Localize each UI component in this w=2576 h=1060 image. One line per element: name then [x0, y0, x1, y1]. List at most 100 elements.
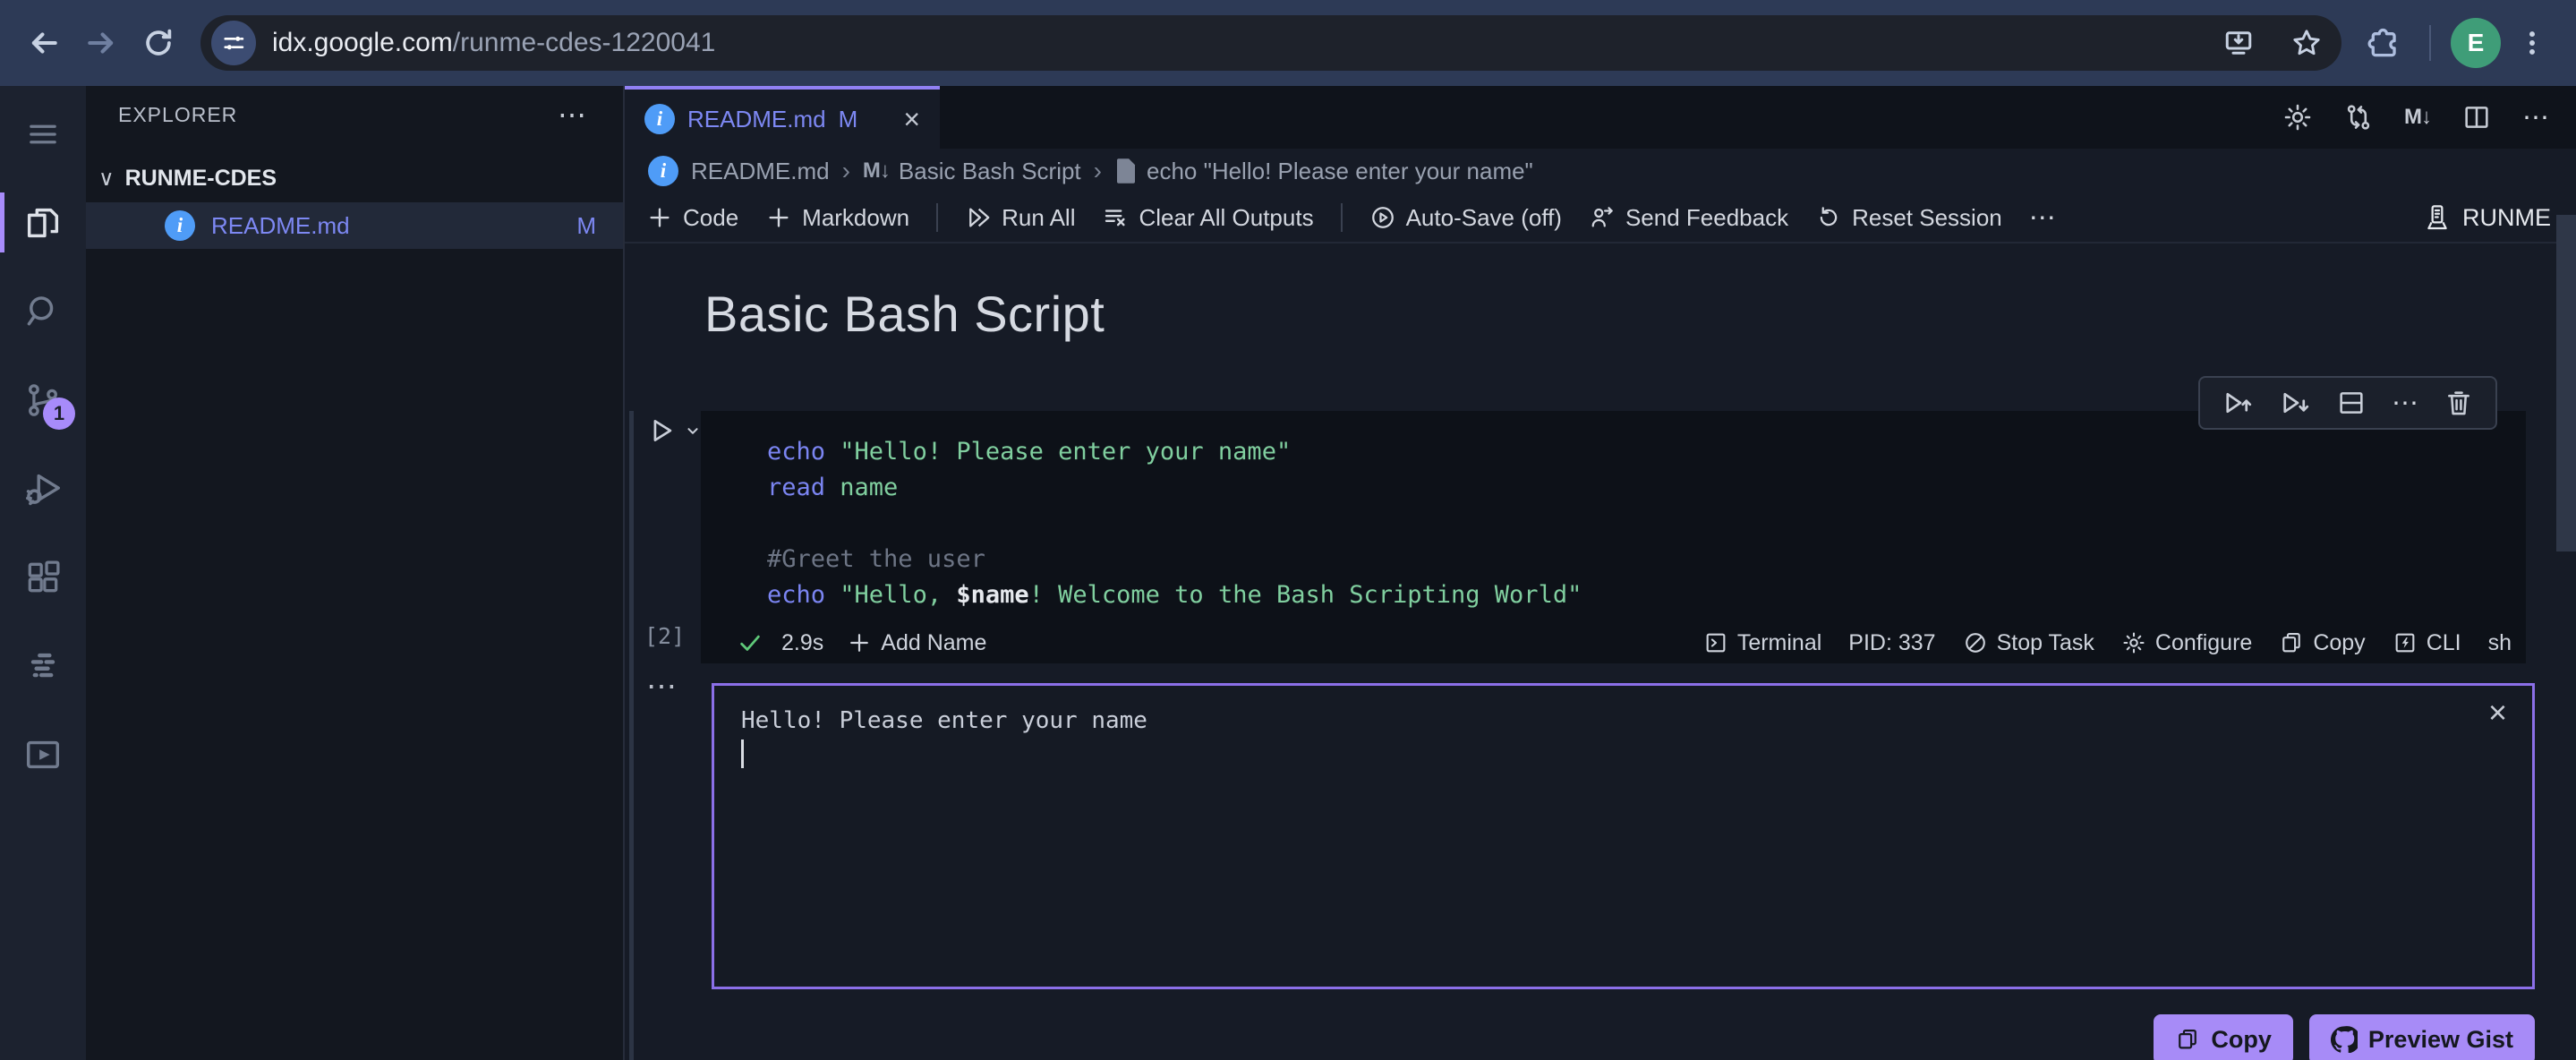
- run-all-icon: [969, 208, 990, 227]
- configure-button[interactable]: Configure: [2121, 630, 2252, 656]
- send-feedback-button[interactable]: Send Feedback: [1589, 204, 1788, 232]
- settings-gear-icon[interactable]: [2282, 102, 2313, 132]
- add-code-button[interactable]: Code: [646, 204, 738, 232]
- explorer-more-actions[interactable]: ⋯: [558, 100, 587, 129]
- sidebar-item-logs[interactable]: [0, 621, 86, 710]
- vertical-scrollbar[interactable]: [2556, 215, 2576, 551]
- compare-changes-icon[interactable]: [2343, 102, 2374, 132]
- breadcrumb-file[interactable]: README.md: [691, 158, 830, 185]
- breadcrumb-section[interactable]: M↓ Basic Bash Script: [863, 158, 1081, 185]
- copy-icon: [2282, 633, 2301, 653]
- run-all-button[interactable]: Run All: [965, 204, 1075, 232]
- stop-icon: [1965, 633, 1985, 653]
- forward-button[interactable]: [75, 17, 127, 69]
- cli-button[interactable]: CLI: [2393, 630, 2461, 656]
- clear-all-outputs-button[interactable]: Clear All Outputs: [1102, 204, 1314, 232]
- logs-dashes-icon: [30, 653, 55, 677]
- tab-readme[interactable]: i README.md M ×: [625, 86, 940, 149]
- sidebar-item-extensions[interactable]: [0, 533, 86, 621]
- chevron-down-icon[interactable]: [683, 421, 703, 440]
- tab-close-button[interactable]: ×: [903, 105, 920, 133]
- notebook-play-icon: [26, 740, 60, 768]
- install-app-button[interactable]: [2213, 17, 2265, 69]
- success-check-icon: [740, 635, 760, 651]
- reset-session-button[interactable]: Reset Session: [1815, 204, 2002, 232]
- chevron-down-icon: ∨: [98, 166, 115, 191]
- copy-button[interactable]: Copy: [2154, 1014, 2293, 1060]
- breadcrumb-separator: ›: [1093, 157, 1102, 184]
- output-text: Hello! Please enter your name: [741, 707, 1147, 734]
- run-debug-icon: [26, 474, 60, 505]
- preview-gist-button[interactable]: Preview Gist: [2308, 1014, 2535, 1060]
- tab-strip: i README.md M × M↓ ⋯: [625, 86, 2576, 149]
- breadcrumb-cell[interactable]: echo "Hello! Please enter your name": [1114, 158, 1533, 185]
- install-app-icon: [2225, 31, 2252, 55]
- bookmark-button[interactable]: [2281, 17, 2333, 69]
- reset-icon: [1820, 207, 1838, 227]
- gist-actions: Copy Preview Gist: [625, 1014, 2535, 1060]
- explorer-files-icon: [27, 208, 59, 237]
- gear-icon: [2123, 632, 2145, 654]
- markdown-glyph-icon: M↓: [862, 158, 891, 183]
- split-cell-icon[interactable]: [2336, 388, 2367, 418]
- sidebar-item-explorer[interactable]: [0, 178, 86, 267]
- file-row-readme[interactable]: i README.md M: [86, 202, 623, 249]
- output-more-actions[interactable]: ⋯: [646, 671, 678, 702]
- activity-bar: 1: [0, 86, 86, 1060]
- copy-cell-button[interactable]: Copy: [2279, 630, 2366, 656]
- delete-cell-icon[interactable]: [2444, 388, 2474, 418]
- profile-avatar[interactable]: E: [2451, 18, 2501, 68]
- workspace-folder-name: RUNME-CDES: [124, 165, 277, 191]
- feedback-icon: [1591, 207, 1613, 227]
- execute-below-icon[interactable]: [2279, 387, 2311, 419]
- editor-area: i README.md M × M↓ ⋯ i README.md › M↓ Bas…: [625, 86, 2576, 1060]
- sidebar-item-search[interactable]: [0, 267, 86, 355]
- explorer-title: EXPLORER: [118, 102, 238, 126]
- explorer-header: EXPLORER ⋯: [86, 86, 623, 143]
- toolbar-divider: [1340, 203, 1343, 232]
- shell-language-label[interactable]: sh: [2488, 630, 2512, 656]
- editor-more-actions[interactable]: ⋯: [2522, 102, 2549, 133]
- url-bar[interactable]: idx.google.com/runme-cdes-1220041: [200, 15, 2341, 71]
- code-editor[interactable]: echo "Hello! Please enter your name" read…: [701, 411, 2526, 622]
- stop-task-button[interactable]: Stop Task: [1963, 630, 2094, 656]
- sidebar-item-source-control[interactable]: 1: [0, 355, 86, 444]
- run-cell-button[interactable]: [646, 415, 703, 446]
- tab-label: README.md: [687, 105, 826, 132]
- cell-focus-bar: [629, 411, 634, 1060]
- split-editor-icon[interactable]: [2461, 102, 2492, 132]
- reload-button[interactable]: [132, 17, 184, 69]
- execute-above-icon[interactable]: [2222, 387, 2254, 419]
- add-markdown-button[interactable]: Markdown: [765, 204, 909, 232]
- forward-icon: [88, 32, 114, 54]
- terminal-button[interactable]: Terminal: [1703, 630, 1821, 656]
- tab-modified-badge: M: [838, 105, 858, 132]
- browser-chrome: idx.google.com/runme-cdes-1220041 E: [0, 0, 2576, 86]
- autosave-icon: [1371, 207, 1394, 228]
- app-menu-button[interactable]: [0, 90, 86, 178]
- url-path: /runme-cdes-1220041: [452, 28, 716, 57]
- sidebar-item-runme-notebooks[interactable]: [0, 710, 86, 799]
- sidebar-item-run-debug[interactable]: [0, 444, 86, 533]
- code-cell[interactable]: echo "Hello! Please enter your name" read…: [701, 411, 2526, 663]
- info-icon: i: [165, 210, 195, 241]
- back-button[interactable]: [18, 17, 70, 69]
- site-settings-icon[interactable]: [211, 21, 256, 65]
- markdown-preview-icon[interactable]: M↓: [2404, 105, 2432, 130]
- add-name-button[interactable]: Add Name: [847, 630, 986, 656]
- output-close-button[interactable]: ×: [2488, 697, 2507, 729]
- notebook-content: Basic Bash Script ⋯ [2] ⋯ echo "Hello! P…: [625, 244, 2576, 1060]
- reload-icon: [146, 29, 172, 56]
- extensions-button[interactable]: [2358, 17, 2410, 69]
- copy-icon: [2179, 1029, 2197, 1049]
- play-icon: [653, 420, 672, 441]
- chrome-menu-button[interactable]: [2506, 17, 2558, 69]
- url-host: idx.google.com: [272, 28, 453, 57]
- toolbar-more-actions[interactable]: ⋯: [2029, 202, 2056, 234]
- workspace-folder-row[interactable]: ∨ RUNME-CDES: [86, 154, 623, 202]
- terminal-output[interactable]: Hello! Please enter your name ×: [712, 683, 2535, 989]
- search-icon: [27, 295, 54, 325]
- runme-logo-icon: [2427, 205, 2447, 230]
- cell-more-actions[interactable]: ⋯: [2392, 388, 2418, 419]
- autosave-button[interactable]: Auto-Save (off): [1369, 204, 1562, 232]
